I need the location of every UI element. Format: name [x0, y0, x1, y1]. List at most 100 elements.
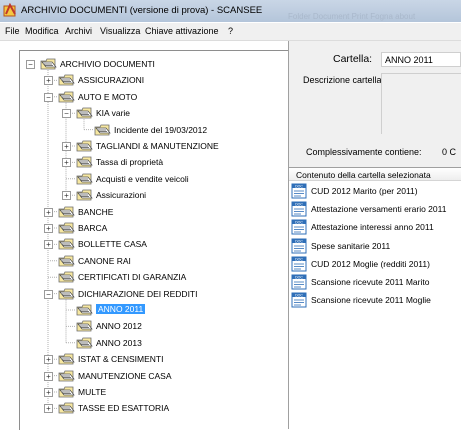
tree-item-label: ASSICURAZIONI [78, 75, 145, 86]
scanned-document-icon: DOC [291, 256, 307, 272]
tree-item[interactable]: + Assicurazioni [20, 187, 289, 203]
background-menu-ghost: Folder Document Print Fogna about [288, 12, 416, 21]
folder-icon [58, 255, 75, 267]
expand-icon[interactable]: + [44, 224, 53, 233]
folder-icon [76, 304, 93, 316]
tree-item-label: TAGLIANDI & MANUTENZIONE [96, 141, 219, 151]
tree-item-label: MANUTENZIONE CASA [78, 370, 172, 381]
tree-item-label: Assicurazioni [96, 190, 147, 201]
folder-icon [40, 58, 57, 70]
tree-item-label: Incidente del 19/03/2012 [114, 124, 208, 135]
tree-item[interactable]: + TASSE ED ESATTORIA [20, 400, 289, 416]
expand-icon[interactable]: + [62, 191, 71, 201]
document-item-label: Scansione ricevute 2011 Moglie [311, 295, 431, 306]
document-item-label: CUD 2012 Moglie (redditi 2011) [311, 258, 430, 269]
tree-item-label: ARCHIVIO DOCUMENTI [60, 59, 155, 69]
scanned-document-icon: DOC [291, 219, 307, 235]
folder-icon [58, 288, 75, 299]
folder-icon [76, 156, 93, 168]
expand-icon[interactable]: + [44, 404, 53, 414]
expand-icon[interactable]: + [44, 355, 53, 365]
tree-item[interactable]: + ASSICURAZIONI [20, 72, 289, 88]
menu-visualizza[interactable]: Visualizza [100, 26, 140, 36]
tree-item[interactable]: + ISTAT & CENSIMENTI [20, 351, 289, 367]
tree-item[interactable]: ANNO 2011 [20, 302, 289, 318]
tree-item-label: AUTO E MOTO [78, 91, 138, 102]
tree-item[interactable]: + BARCA [20, 220, 289, 236]
folder-icon [76, 337, 93, 349]
tree-item[interactable]: − DICHIARAZIONE DEI REDDITI [20, 286, 289, 302]
svg-text:DOC: DOC [295, 293, 303, 297]
expand-icon[interactable]: + [44, 76, 53, 86]
tree-item-label: CANONE RAI [78, 255, 131, 266]
expand-icon[interactable]: + [62, 142, 71, 151]
descrizione-label: Descrizione cartella [303, 75, 382, 85]
tree-item-label: TASSE ED ESATTORIA [78, 403, 170, 414]
folder-tree[interactable]: − ARCHIVIO DOCUMENTI + ASSICURAZIONI − AUTO E… [19, 50, 289, 430]
tree-item[interactable]: + BOLLETTE CASA [20, 236, 289, 252]
expand-icon[interactable]: + [62, 158, 71, 168]
contents-header: Contenuto della cartella selezionata [289, 168, 461, 181]
svg-text:DOC: DOC [295, 239, 303, 243]
complessivamente-label: Complessivamente contiene: [306, 147, 422, 157]
expand-icon[interactable]: + [44, 371, 53, 381]
tree-item-label: BARCA [78, 223, 108, 233]
document-item-label: Attestazione versamenti erario 2011 [311, 204, 447, 215]
svg-text:DOC: DOC [295, 221, 303, 225]
folder-icon [58, 91, 75, 103]
scanned-document-icon: DOC [291, 274, 307, 290]
menu-chiave-attivazione[interactable]: Chiave attivazione [145, 26, 219, 36]
tree-item-label: KIA varie [96, 108, 131, 119]
folder-icon [58, 238, 75, 250]
tree-item[interactable]: + BANCHE [20, 204, 289, 220]
menu-archivi[interactable]: Archivi [65, 26, 92, 36]
scanned-document-icon: DOC [291, 201, 307, 217]
folder-icon [58, 353, 75, 365]
menu-bar: File Modifica Archivi Visualizza Chiave … [0, 23, 461, 41]
tree-item[interactable]: Incidente del 19/03/2012 [20, 122, 289, 138]
tree-item[interactable]: ANNO 2013 [20, 335, 289, 351]
expand-icon[interactable]: + [44, 207, 53, 217]
contents-list[interactable]: Contenuto della cartella selezionata DOC… [289, 167, 461, 430]
tree-item-label: Acquisti e vendite veicoli [96, 173, 189, 184]
collapse-icon[interactable]: − [26, 60, 35, 69]
cartella-field[interactable]: ANNO 2011 [381, 52, 461, 67]
scanned-document-icon: DOC [291, 238, 307, 254]
svg-text:DOC: DOC [295, 184, 303, 188]
tree-item[interactable]: − KIA varie [20, 105, 289, 121]
tree-item[interactable]: + Tassa di proprietà [20, 154, 289, 170]
tree-item-label: DICHIARAZIONE DEI REDDITI [78, 288, 198, 299]
expand-icon[interactable]: + [44, 388, 53, 397]
tree-item[interactable]: + MULTE [20, 384, 289, 400]
folder-icon [58, 74, 75, 86]
menu-help[interactable]: ? [228, 26, 233, 36]
folder-icon [76, 173, 93, 185]
descrizione-field[interactable] [381, 73, 461, 134]
cartella-label: Cartella: [333, 53, 373, 65]
expand-icon[interactable]: + [44, 240, 53, 250]
tree-item-label: CERTIFICATI DI GARANZIA [78, 272, 187, 283]
collapse-icon[interactable]: − [44, 92, 53, 102]
collapse-icon[interactable]: − [62, 109, 71, 119]
scanned-document-icon: DOC [291, 183, 307, 199]
complessivamente-value: 0 C [442, 147, 457, 157]
tree-item[interactable]: + MANUTENZIONE CASA [20, 368, 289, 384]
tree-item[interactable]: ANNO 2012 [20, 318, 289, 334]
tree-item[interactable]: CANONE RAI [20, 253, 289, 269]
title-bar: ARCHIVIO DOCUMENTI (versione di prova) -… [0, 0, 461, 22]
menu-modifica[interactable]: Modifica [25, 26, 59, 36]
document-item-label: CUD 2012 Marito (per 2011) [311, 186, 418, 196]
document-item-label: Scansione ricevute 2011 Marito [311, 277, 430, 287]
folder-icon [94, 124, 111, 135]
tree-item[interactable]: + TAGLIANDI & MANUTENZIONE [20, 138, 289, 154]
tree-item-label: Tassa di proprietà [96, 157, 164, 168]
tree-item[interactable]: Acquisti e vendite veicoli [20, 171, 289, 187]
collapse-icon[interactable]: − [44, 289, 53, 299]
menu-file[interactable]: File [5, 26, 20, 36]
window-title: ARCHIVIO DOCUMENTI (versione di prova) -… [21, 5, 263, 16]
tree-item[interactable]: CERTIFICATI DI GARANZIA [20, 269, 289, 285]
document-item-label: Spese sanitarie 2011 [311, 240, 391, 251]
tree-item[interactable]: − ARCHIVIO DOCUMENTI [20, 56, 289, 72]
tree-item[interactable]: − AUTO E MOTO [20, 89, 289, 105]
svg-text:DOC: DOC [295, 275, 303, 279]
